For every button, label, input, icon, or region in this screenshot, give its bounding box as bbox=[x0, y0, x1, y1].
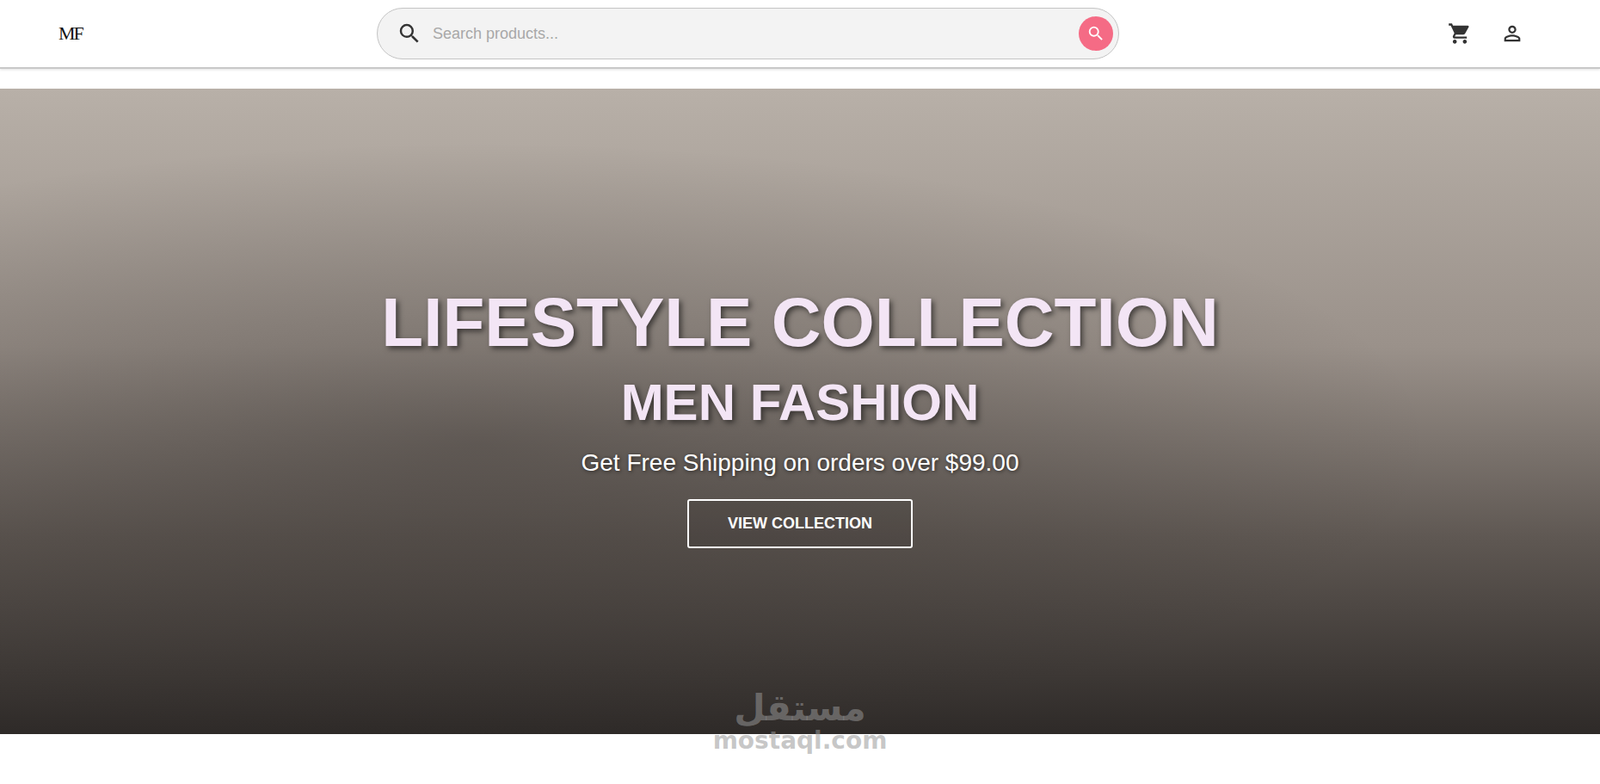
view-collection-button[interactable]: VIEW COLLECTION bbox=[687, 498, 913, 548]
header: MF bbox=[0, 0, 1600, 69]
page: MF LIFESTYLE COLLECTION MEN FASHION Get Fre… bbox=[0, 0, 1600, 784]
header-actions bbox=[1119, 21, 1600, 46]
search-icon bbox=[1086, 24, 1106, 44]
watermark: مستقلmostaql.com bbox=[713, 688, 888, 755]
search-icon bbox=[396, 20, 423, 47]
cart-icon[interactable] bbox=[1447, 21, 1472, 46]
user-icon[interactable] bbox=[1500, 21, 1525, 46]
hero-banner: LIFESTYLE COLLECTION MEN FASHION Get Free … bbox=[0, 88, 1600, 734]
search-bar bbox=[376, 7, 1120, 60]
hero-content: LIFESTYLE COLLECTION MEN FASHION Get Free … bbox=[381, 274, 1219, 548]
logo-area: MF bbox=[0, 22, 377, 45]
hero-title: LIFESTYLE COLLECTION bbox=[381, 283, 1219, 363]
hero-tagline: Get Free Shipping on orders over $99.00 bbox=[581, 449, 1020, 477]
watermark-site: mostaql.com bbox=[713, 727, 888, 755]
search-input[interactable] bbox=[432, 19, 1069, 49]
logo[interactable]: MF bbox=[58, 22, 83, 45]
watermark-script: مستقل bbox=[733, 688, 867, 728]
hero-subtitle: MEN FASHION bbox=[621, 372, 980, 432]
search-button[interactable] bbox=[1078, 16, 1114, 51]
